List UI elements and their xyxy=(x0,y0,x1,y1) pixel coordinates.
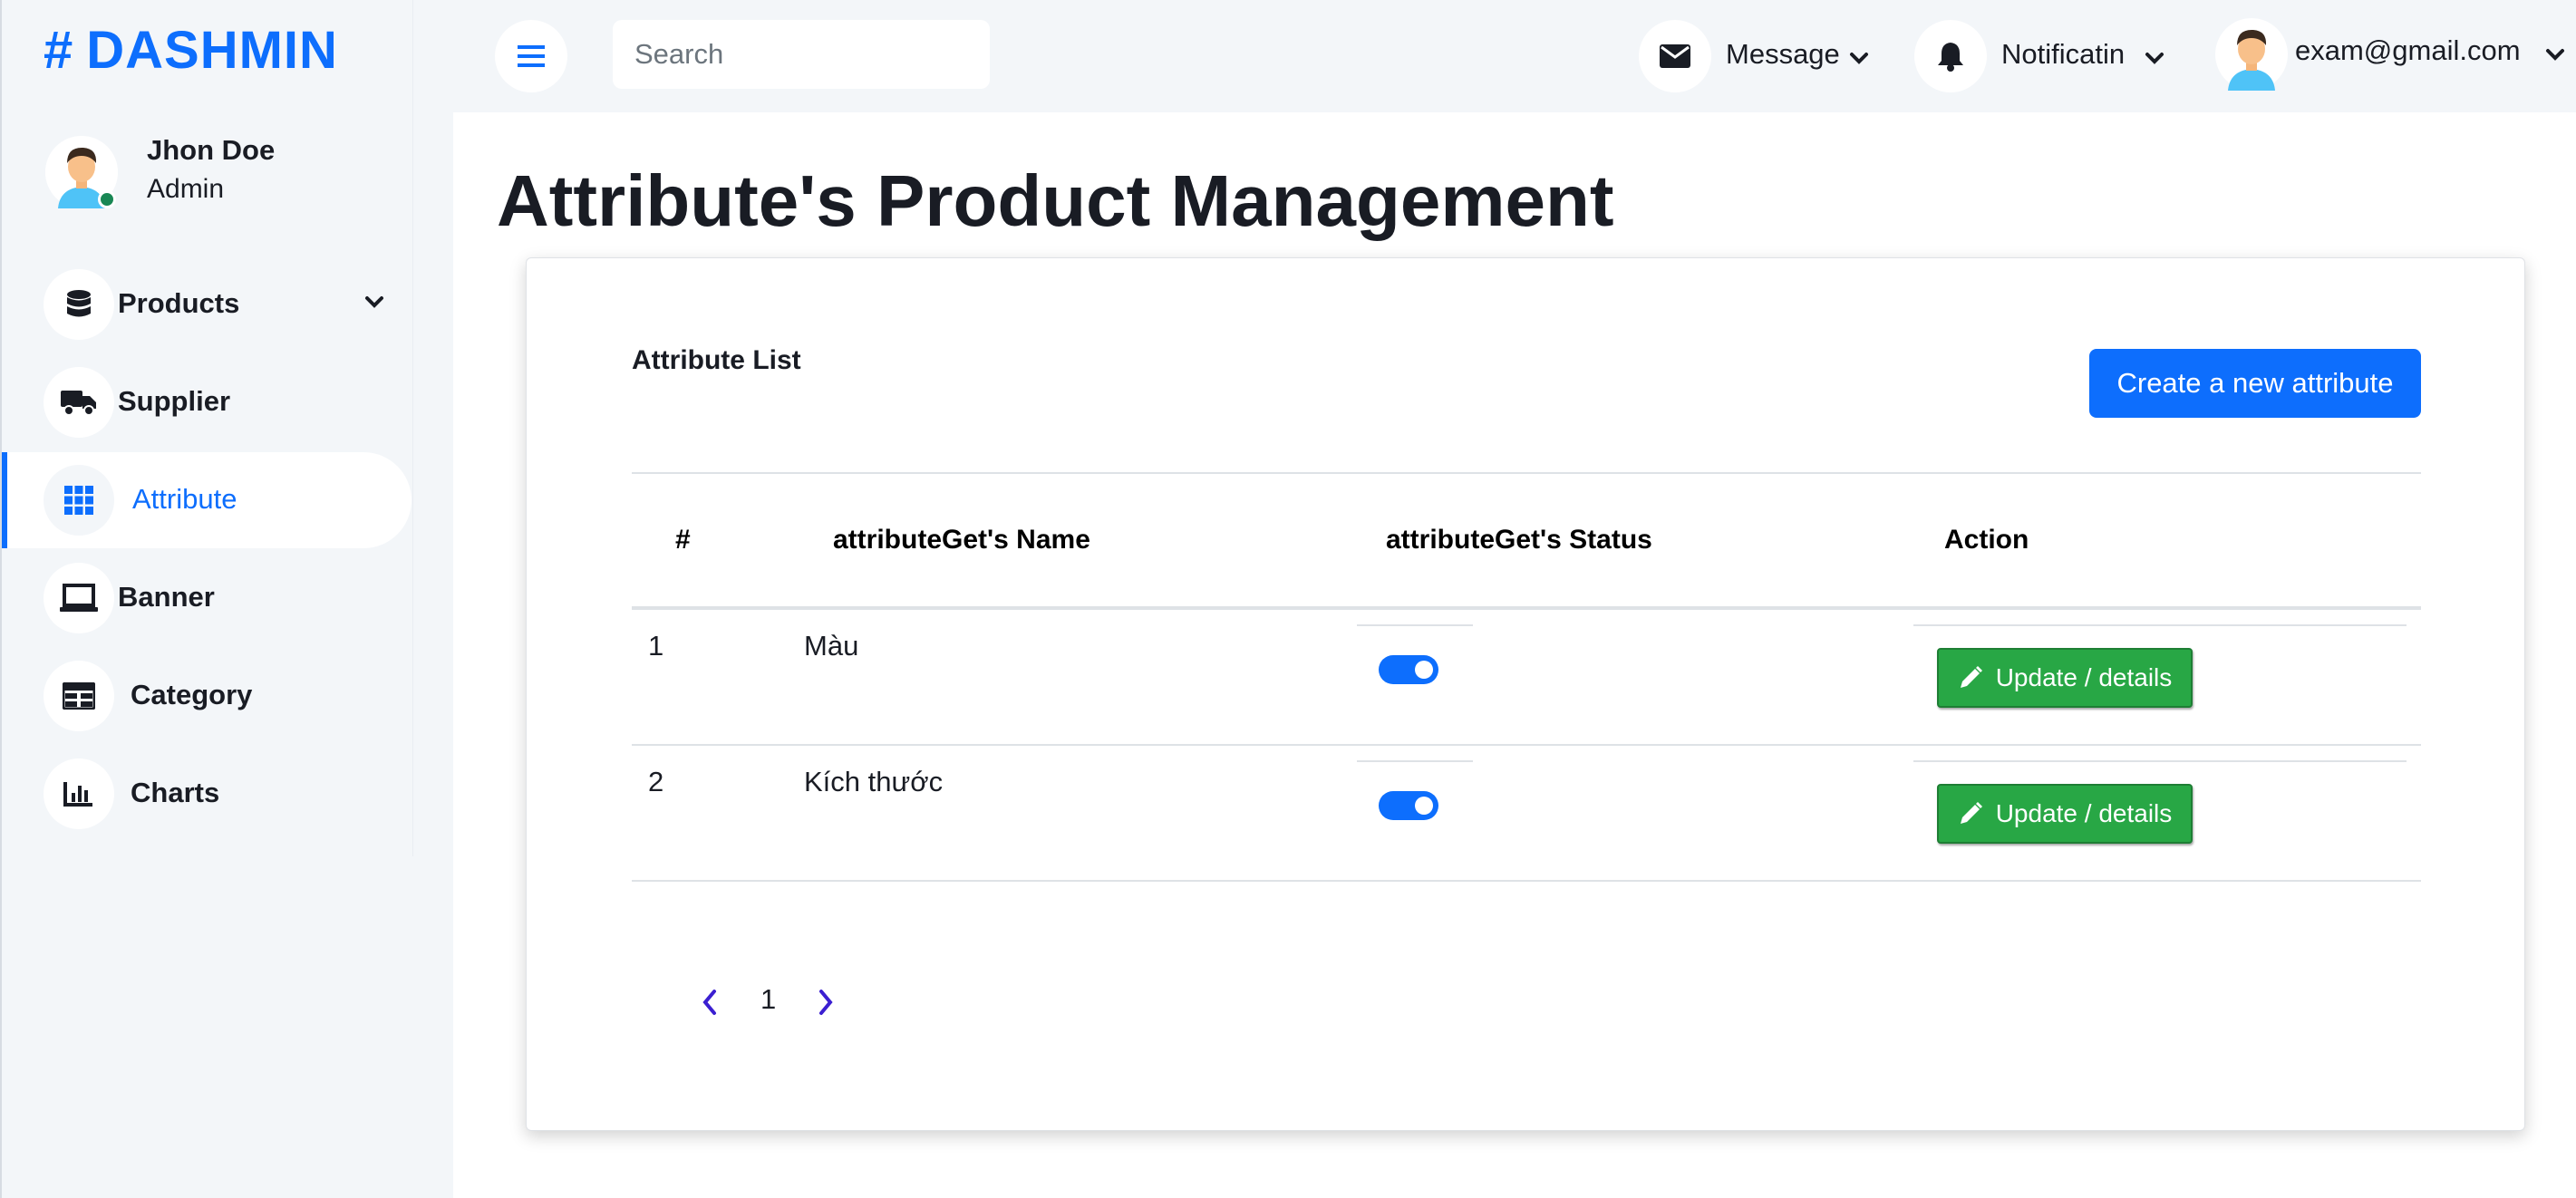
top-navbar: Message Notificatin exam@gmail.com xyxy=(453,0,2576,112)
row-divider xyxy=(632,880,2421,882)
row-index: 2 xyxy=(648,766,664,797)
sidebar-item-label: Supplier xyxy=(118,385,231,417)
sidebar-item-label: Banner xyxy=(118,581,215,613)
toggle-knob xyxy=(1415,661,1433,679)
update-details-button[interactable]: Update / details xyxy=(1937,648,2193,708)
toggle-knob xyxy=(1415,797,1433,815)
user-profile: Jhon Doe Admin xyxy=(45,132,390,214)
row-divider xyxy=(632,744,2421,746)
notification-label: Notificatin xyxy=(2001,38,2126,70)
sidebar-item-label: Category xyxy=(131,679,253,710)
create-attribute-button[interactable]: Create a new attribute xyxy=(2089,349,2421,418)
table-header-divider xyxy=(632,606,2421,610)
card-title: Attribute List xyxy=(632,345,801,375)
database-icon xyxy=(44,269,114,340)
pencil-icon xyxy=(1960,802,1982,824)
sidebar: # DASHMIN Jhon Doe Admin Products Suppli… xyxy=(0,0,453,1198)
online-status-dot xyxy=(98,190,116,208)
sidebar-item-category[interactable]: Category xyxy=(2,648,412,744)
table-top-divider xyxy=(632,472,2421,474)
sidebar-item-label: Products xyxy=(118,287,240,319)
sidebar-item-attribute[interactable]: Attribute xyxy=(2,452,412,548)
pagination-prev-icon[interactable] xyxy=(701,989,719,1016)
sidebar-item-label: Charts xyxy=(131,777,220,808)
cell-divider xyxy=(1357,760,1473,762)
column-header-name: attributeGet's Name xyxy=(833,525,1090,555)
sidebar-item-supplier[interactable]: Supplier xyxy=(2,354,412,450)
sidebar-item-banner[interactable]: Banner xyxy=(2,550,412,646)
profile-role: Admin xyxy=(147,174,225,204)
update-details-label: Update / details xyxy=(1995,799,2173,827)
brand-name: DASHMIN xyxy=(86,21,338,80)
status-toggle[interactable] xyxy=(1379,655,1438,684)
cell-divider xyxy=(1913,624,2407,626)
pencil-icon xyxy=(1960,666,1982,688)
hamburger-icon xyxy=(518,45,545,67)
chevron-down-icon xyxy=(2145,53,2164,64)
sidebar-item-products[interactable]: Products xyxy=(2,256,412,353)
chevron-down-icon xyxy=(1850,53,1868,64)
cell-divider xyxy=(1357,624,1473,626)
profile-name: Jhon Doe xyxy=(147,134,276,166)
envelope-icon xyxy=(1639,20,1711,92)
sidebar-toggle-button[interactable] xyxy=(495,20,567,92)
attribute-list-card: Attribute List Create a new attribute # … xyxy=(526,257,2525,1131)
brand-hash: # xyxy=(44,21,74,80)
message-dropdown[interactable]: Message xyxy=(1639,20,1884,92)
chevron-down-icon xyxy=(2546,49,2564,61)
cell-divider xyxy=(1913,760,2407,762)
brand-logo[interactable]: # DASHMIN xyxy=(44,20,338,81)
chevron-down-icon xyxy=(365,296,383,308)
laptop-icon xyxy=(44,563,114,633)
row-index: 1 xyxy=(648,630,664,662)
user-email: exam@gmail.com xyxy=(2295,34,2521,66)
user-dropdown[interactable]: exam@gmail.com xyxy=(2215,18,2574,92)
notification-dropdown[interactable]: Notificatin xyxy=(1914,20,2177,92)
truck-icon xyxy=(44,367,114,438)
row-name: Màu xyxy=(804,630,859,662)
sidebar-item-label: Attribute xyxy=(132,483,237,515)
search-input[interactable] xyxy=(613,20,990,89)
update-details-label: Update / details xyxy=(1995,663,2173,691)
update-details-button[interactable]: Update / details xyxy=(1937,784,2193,844)
sidebar-item-charts[interactable]: Charts xyxy=(2,746,412,842)
avatar xyxy=(45,136,118,208)
page-title: Attribute's Product Management xyxy=(497,160,1614,241)
table-icon xyxy=(44,661,114,731)
bell-icon xyxy=(1914,20,1987,92)
user-avatar-icon xyxy=(2215,18,2288,91)
row-name: Kích thước xyxy=(804,766,944,797)
column-header-action: Action xyxy=(1944,525,2029,555)
column-header-status: attributeGet's Status xyxy=(1386,525,1652,555)
sidebar-panel: # DASHMIN Jhon Doe Admin Products Suppli… xyxy=(2,0,413,856)
pagination-current-page[interactable]: 1 xyxy=(760,983,776,1016)
chart-bar-icon xyxy=(44,758,114,829)
status-toggle[interactable] xyxy=(1379,791,1438,820)
column-header-index: # xyxy=(675,525,691,555)
pagination-next-icon[interactable] xyxy=(817,989,835,1016)
grid-icon xyxy=(44,465,114,536)
message-label: Message xyxy=(1726,38,1840,70)
